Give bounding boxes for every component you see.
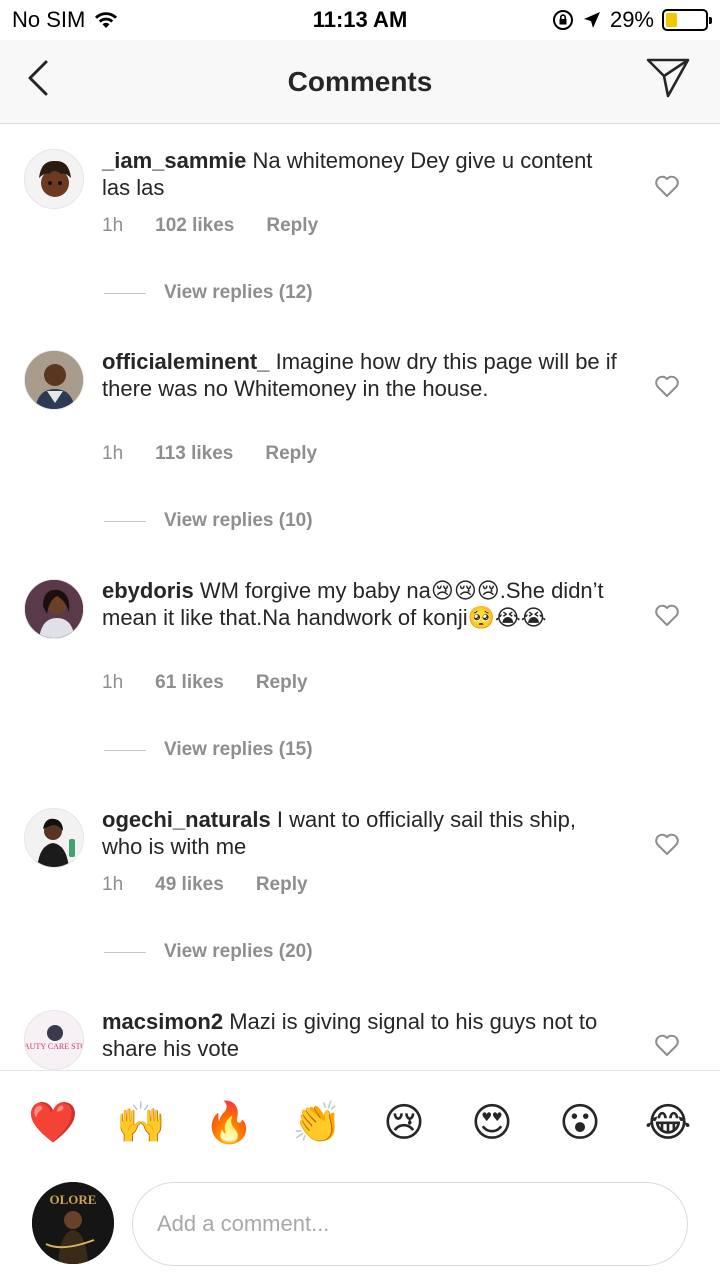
avatar[interactable]	[24, 149, 84, 209]
comment-time: 1h	[102, 874, 124, 895]
orientation-lock-icon	[552, 10, 573, 30]
comment-meta: 1h 102 likes Reply	[102, 215, 318, 237]
view-replies-label: View replies (10)	[164, 510, 313, 531]
avatar[interactable]	[24, 350, 84, 410]
paper-plane-icon[interactable]	[644, 56, 692, 100]
battery-percent: 29%	[609, 7, 654, 32]
comment-username[interactable]: ebydoris	[102, 578, 194, 603]
comment-username[interactable]: ogechi_naturals	[102, 807, 271, 832]
page-title: Comments	[287, 66, 433, 97]
heart-eyes-emoji-button[interactable]: 😍	[468, 1099, 516, 1147]
heart-emoji-button[interactable]: ❤️	[28, 1099, 78, 1147]
avatar-image: AUTY CARE STO	[25, 1011, 84, 1069]
comment-item: AUTY CARE STO macsimon2 Mazi is giving s…	[0, 992, 720, 1070]
avatar[interactable]: AUTY CARE STO	[24, 1010, 84, 1070]
view-replies-button[interactable]: View replies (10)	[104, 510, 313, 532]
comment-time: 1h	[102, 215, 124, 236]
comment-time: 1h	[102, 443, 124, 464]
avatar-image	[25, 580, 83, 638]
replies-divider	[104, 520, 146, 522]
avatar-image	[39, 160, 71, 197]
comment-text: macsimon2 Mazi is giving signal to his g…	[102, 1008, 622, 1062]
avatar-image: OLORE	[32, 1182, 114, 1264]
heart-icon[interactable]	[654, 174, 680, 198]
battery-fill	[666, 13, 678, 27]
avatar-label: OLORE	[50, 1192, 97, 1207]
crying-emoji-button[interactable]: 😢	[380, 1099, 428, 1147]
laughing-emoji-button[interactable]: 😂	[644, 1099, 692, 1147]
comment-text: ebydoris WM forgive my baby na😢😢😢.She di…	[102, 577, 622, 631]
view-replies-button[interactable]: View replies (20)	[104, 941, 313, 963]
heart-icon[interactable]	[654, 374, 680, 398]
status-bar: No SIM 11:13 AM 29%	[0, 0, 720, 40]
comment-input[interactable]	[132, 1182, 688, 1266]
heart-icon[interactable]	[654, 1033, 680, 1057]
comment-meta: 1h 61 likes Reply	[102, 672, 308, 694]
reply-button[interactable]: Reply	[266, 215, 318, 237]
clap-emoji-button[interactable]: 👏	[292, 1099, 342, 1147]
avatar-image	[25, 351, 83, 409]
comment-meta: 1h 49 likes Reply	[102, 874, 308, 896]
replies-divider	[104, 951, 146, 953]
comment-username[interactable]: _iam_sammie	[102, 148, 246, 173]
battery-icon	[662, 9, 712, 31]
raised-hands-emoji-button[interactable]: 🙌	[116, 1099, 166, 1147]
header: Comments	[0, 40, 720, 124]
comment-time: 1h	[102, 672, 124, 693]
avatar-image	[25, 809, 83, 867]
avatar[interactable]	[24, 808, 84, 868]
comment-meta: 1h 113 likes Reply	[102, 443, 317, 465]
view-replies-label: View replies (12)	[164, 282, 313, 303]
view-replies-label: View replies (15)	[164, 739, 313, 760]
heart-icon[interactable]	[654, 832, 680, 856]
likes-count[interactable]: 61 likes	[155, 672, 224, 694]
status-right: 29%	[552, 7, 712, 33]
emoji-quick-bar: ❤️ 🙌 🔥 👏 😢 😍 😮 😂	[0, 1070, 720, 1180]
comment-text: ogechi_naturals I want to officially sai…	[102, 806, 622, 860]
heart-icon[interactable]	[654, 603, 680, 627]
replies-divider	[104, 292, 146, 294]
comment-username[interactable]: officialeminent_	[102, 349, 269, 374]
view-replies-button[interactable]: View replies (15)	[104, 739, 313, 761]
fire-emoji-button[interactable]: 🔥	[204, 1099, 254, 1147]
likes-count[interactable]: 102 likes	[155, 215, 234, 237]
view-replies-button[interactable]: View replies (12)	[104, 282, 313, 304]
comment-text: officialeminent_ Imagine how dry this pa…	[102, 348, 622, 402]
likes-count[interactable]: 49 likes	[155, 874, 224, 896]
comment-input-bar: OLORE	[0, 1180, 720, 1280]
comment-text: _iam_sammie Na whitemoney Dey give u con…	[102, 147, 622, 201]
comment-username[interactable]: macsimon2	[102, 1009, 223, 1034]
replies-divider	[104, 749, 146, 751]
location-arrow-icon	[583, 12, 600, 28]
reply-button[interactable]: Reply	[265, 443, 317, 465]
reply-button[interactable]: Reply	[256, 874, 308, 896]
my-avatar[interactable]: OLORE	[32, 1182, 114, 1264]
reply-button[interactable]: Reply	[256, 672, 308, 694]
view-replies-label: View replies (20)	[164, 941, 313, 962]
avatar-label: AUTY CARE STO	[25, 1042, 84, 1051]
likes-count[interactable]: 113 likes	[155, 443, 233, 465]
avatar[interactable]	[24, 579, 84, 639]
surprised-emoji-button[interactable]: 😮	[556, 1099, 604, 1147]
